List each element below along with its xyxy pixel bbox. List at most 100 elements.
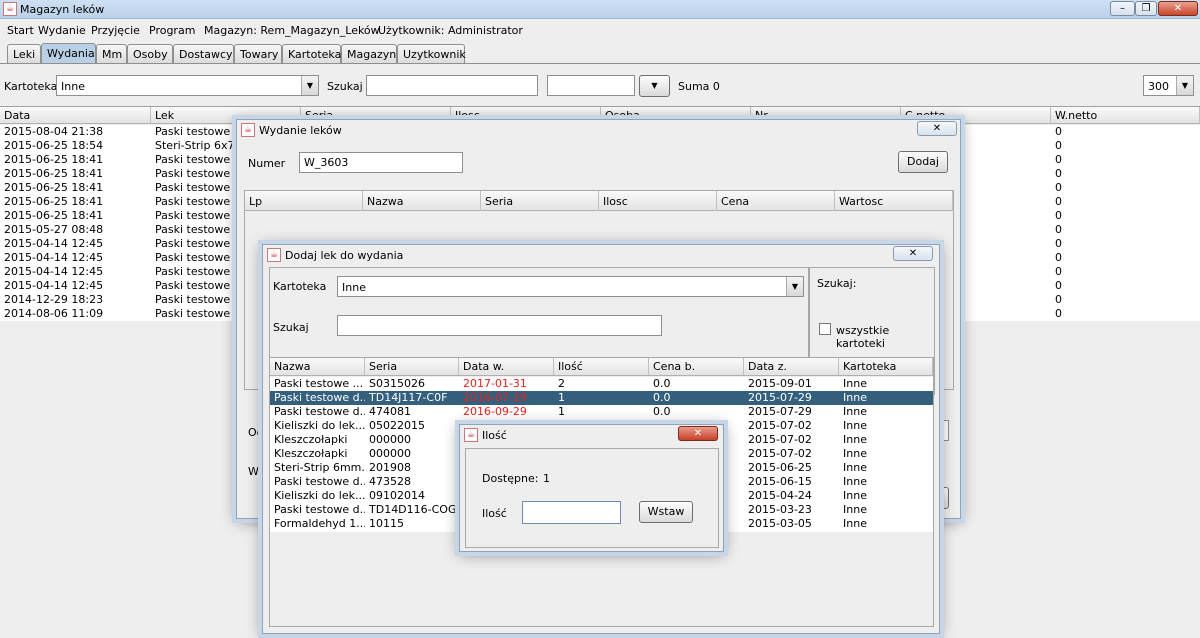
numer-input[interactable]: W_3603 [299, 152, 463, 173]
kartoteka-select-value: Inne [61, 80, 85, 93]
menu-przyjecie[interactable]: Przyjęcie [91, 24, 140, 37]
cell-ilosc: 1 [558, 405, 565, 418]
ilosc-close-button[interactable]: ✕ [678, 426, 718, 441]
tab-wydania[interactable]: Wydania [41, 43, 96, 64]
cell-ilosc: 2 [558, 377, 565, 390]
tab-leki[interactable]: Leki [7, 44, 41, 63]
menu-program[interactable]: Program [149, 24, 195, 37]
dodaj-szukaj-label: Szukaj [273, 321, 309, 334]
close-button[interactable]: ✕ [1158, 1, 1198, 16]
cell-wnetto: 0 [1055, 139, 1062, 152]
cell-dataw: 2016-09-29 [463, 405, 527, 418]
col-seria[interactable]: Seria [481, 191, 599, 211]
cell-kartoteka: Inne [843, 461, 867, 474]
tab-mm[interactable]: Mm [96, 44, 127, 63]
cell-wnetto: 0 [1055, 181, 1062, 194]
menubar: Start Wydanie Przyjęcie Program Magazyn:… [0, 20, 1200, 40]
menu-start[interactable]: Start [7, 24, 34, 37]
tab-dostawcy[interactable]: Dostawcy [173, 44, 234, 63]
cell-wnetto: 0 [1055, 223, 1062, 236]
dodaj-kartoteka-label: Kartoteka [273, 280, 327, 293]
tab-towary[interactable]: Towary [234, 44, 282, 63]
minimize-button[interactable]: – [1110, 1, 1135, 16]
cell-cena: 0.0 [653, 405, 671, 418]
ilosc-panel [465, 448, 719, 548]
maximize-button[interactable]: ❐ [1135, 1, 1157, 16]
wszystkie-kartoteki-label: wszystkie kartoteki [836, 324, 890, 350]
cell-ilosc: 1 [558, 391, 565, 404]
cell-seria: TD14J117-C0F [369, 391, 448, 404]
col-lp[interactable]: Lp [245, 191, 363, 211]
kartoteka-select[interactable]: Inne ▼ [56, 75, 319, 96]
tab-kartoteka[interactable]: Kartoteka [282, 44, 341, 63]
cell-wnetto: 0 [1055, 307, 1062, 320]
wydanie-close-button[interactable]: ✕ [917, 121, 957, 136]
col-nazwa[interactable]: Nazwa [270, 358, 365, 375]
dodaj-szukaj-input[interactable] [337, 315, 662, 336]
app-icon: ☕ [3, 2, 17, 16]
col-wnetto[interactable]: W.netto [1051, 107, 1200, 124]
cell-data: 2015-06-25 18:41 [4, 209, 104, 222]
date-input[interactable] [547, 75, 635, 96]
java-icon: ☕ [267, 248, 281, 262]
menu-uzytkownik[interactable]: Użytkownik: Administrator [378, 24, 523, 37]
wydanie-items-header: Lp Nazwa Seria Ilosc Cena Wartosc [245, 191, 953, 211]
cell-kartoteka: Inne [843, 475, 867, 488]
cell-seria: 473528 [369, 475, 411, 488]
cell-dataz: 2015-09-01 [748, 377, 812, 390]
col-data[interactable]: Data [0, 107, 151, 124]
table-row[interactable]: Paski testowe ... S0315026 2017-01-31 2 0.0 2… [270, 377, 933, 391]
col-wartosc[interactable]: Wartosc [835, 191, 953, 211]
col-data-w[interactable]: Data w. [459, 358, 554, 375]
col-ilosc[interactable]: Ilosc [599, 191, 717, 211]
cell-seria: 000000 [369, 447, 411, 460]
cell-nazwa: Kleszczołapki [274, 433, 348, 446]
wszystkie-kartoteki-checkbox[interactable] [819, 323, 831, 335]
tab-uzytkownik[interactable]: Uzytkownik [397, 44, 466, 63]
dodaj-button[interactable]: Dodaj [898, 151, 948, 173]
ilosc-input[interactable] [522, 501, 621, 524]
col-nazwa[interactable]: Nazwa [363, 191, 481, 211]
cell-data: 2015-04-14 12:45 [4, 265, 104, 278]
cell-dataw: 2016-07-29 [463, 391, 527, 404]
col-kartoteka[interactable]: Kartoteka [839, 358, 933, 375]
cell-seria: S0315026 [369, 377, 425, 390]
col-cena[interactable]: Cena [717, 191, 835, 211]
dostepne-value: 1 [543, 472, 550, 485]
cell-kartoteka: Inne [843, 489, 867, 502]
ilosc-label: Ilość [482, 507, 507, 520]
cell-cena: 0.0 [653, 391, 671, 404]
menu-magazyn[interactable]: Magazyn: Rem_Magazyn_Leków [204, 24, 380, 37]
cell-wnetto: 0 [1055, 265, 1062, 278]
cell-nazwa: Kieliszki do lek... [274, 419, 365, 432]
limit-select[interactable]: 300 ▼ [1143, 75, 1194, 96]
col-seria[interactable]: Seria [365, 358, 459, 375]
dodaj-close-button[interactable]: ✕ [893, 246, 933, 261]
wydanie-dialog-titlebar: ☕ Wydanie leków ✕ [237, 120, 960, 140]
cell-wnetto: 0 [1055, 125, 1062, 138]
col-data-z[interactable]: Data z. [744, 358, 839, 375]
tab-magazyn[interactable]: Magazyn [341, 44, 397, 63]
dodaj-kartoteka-value: Inne [342, 281, 366, 294]
numer-label: Numer [248, 157, 286, 170]
table-row[interactable]: Paski testowe d... TD14J117-C0F 2016-07-29… [270, 391, 933, 405]
table-row[interactable]: Paski testowe d... 474081 2016-09-29 1 0.0 20… [270, 405, 933, 419]
szukaj-input[interactable] [366, 75, 538, 96]
cell-seria: 201908 [369, 461, 411, 474]
cell-nazwa: Paski testowe d... [274, 391, 365, 404]
col-cena-b[interactable]: Cena b. [649, 358, 744, 375]
col-ilosc[interactable]: Ilość [554, 358, 649, 375]
cell-data: 2014-12-29 18:23 [4, 293, 104, 306]
wstaw-button[interactable]: Wstaw [639, 501, 693, 523]
dodaj-kartoteka-select[interactable]: Inne ▼ [337, 276, 804, 297]
window-titlebar: ☕ Magazyn leków – ❐ ✕ [0, 0, 1200, 19]
window-title: Magazyn leków [20, 3, 105, 16]
cell-data: 2014-08-06 11:09 [4, 307, 104, 320]
menu-wydanie[interactable]: Wydanie [38, 24, 86, 37]
date-dropdown-button[interactable]: ▼ [639, 75, 670, 97]
ilosc-dialog-titlebar: ☕ Ilość ✕ [460, 425, 723, 445]
tab-osoby[interactable]: Osoby [127, 44, 173, 63]
cell-data: 2015-05-27 08:48 [4, 223, 104, 236]
cell-data: 2015-04-14 12:45 [4, 251, 104, 264]
cell-dataz: 2015-07-29 [748, 405, 812, 418]
